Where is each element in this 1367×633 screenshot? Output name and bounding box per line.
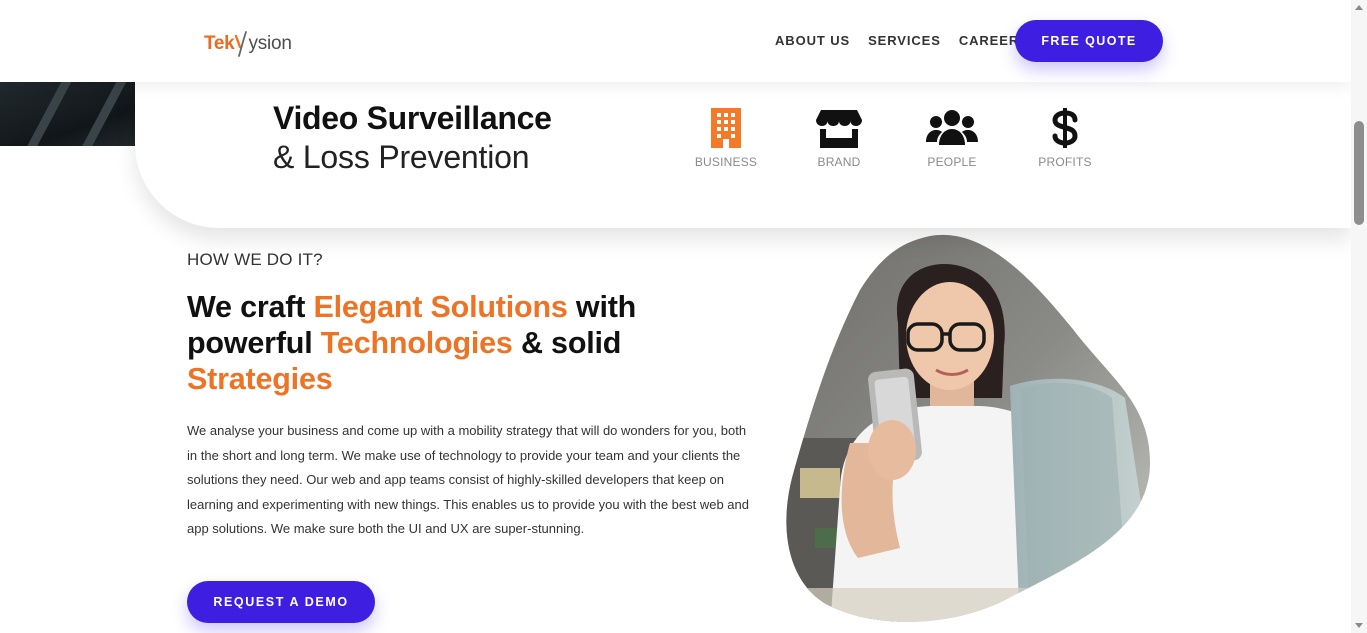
free-quote-button[interactable]: FREE QUOTE [1015,20,1163,62]
headline-highlight-3: Strategies [187,362,333,396]
headline-highlight-1: Elegant Solutions [313,290,568,324]
feature-profits: PROFITS [1025,108,1105,169]
feature-label-profits: PROFITS [1038,155,1092,169]
brand-logo[interactable]: Tek ysion [204,26,292,62]
scroll-up-icon[interactable] [1355,5,1363,10]
feature-business: BUSINESS [686,108,766,169]
dollar-icon [1052,108,1078,148]
logo-text-vision: ysion [248,33,292,54]
hero-subtitle: & Loss Prevention [273,139,530,175]
section-eyebrow: HOW WE DO IT? [187,250,323,269]
scroll-thumb[interactable] [1354,121,1364,225]
users-icon [926,110,978,145]
headline-text-3: & solid [512,326,622,360]
section-body: We analyse your business and come up wit… [187,423,749,537]
nav-about-us[interactable]: ABOUT US [775,33,850,48]
hero-photo [780,228,1160,628]
feature-label-brand: BRAND [817,155,861,169]
page-scrollbar[interactable] [1351,0,1367,633]
building-icon [711,108,741,148]
feature-brand: BRAND [799,108,879,169]
request-demo-button[interactable]: REQUEST A DEMO [187,581,375,623]
feature-label-people: PEOPLE [927,155,977,169]
headline-text-1: We craft [187,290,314,324]
logo-swoosh-icon [234,29,248,59]
main-nav: ABOUT US SERVICES CAREERS [775,33,1029,48]
storefront-icon [816,110,862,148]
nav-services[interactable]: SERVICES [868,33,941,48]
site-header: Tek ysion ABOUT US SERVICES CAREERS FREE… [0,0,1351,82]
feature-people: PEOPLE [912,108,992,169]
headline-highlight-2: Technologies [320,326,513,360]
section-headline: We craft Elegant Solutions with powerful… [187,289,727,397]
scroll-down-icon[interactable] [1355,623,1363,628]
feature-label-business: BUSINESS [694,155,758,169]
logo-text-tek: Tek [204,33,235,54]
hero-title: Video Surveillance [273,100,552,136]
